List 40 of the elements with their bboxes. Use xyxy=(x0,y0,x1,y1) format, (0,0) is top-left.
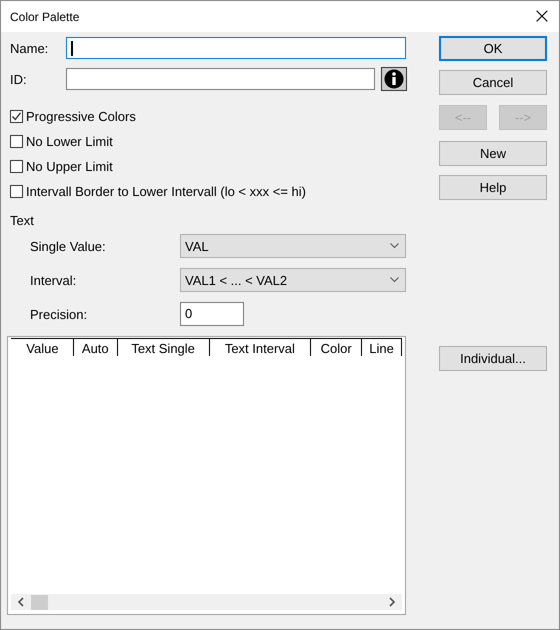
single-value-dropdown[interactable]: VAL xyxy=(180,234,406,258)
checkbox[interactable] xyxy=(10,185,23,198)
chevron-down-icon xyxy=(390,243,399,249)
checkbox[interactable] xyxy=(10,110,23,123)
column-header[interactable]: Text Single xyxy=(118,339,210,356)
column-header[interactable]: Line xyxy=(362,339,402,356)
dialog-button[interactable]: OK xyxy=(439,36,547,61)
scrollbar-thumb[interactable] xyxy=(31,594,48,610)
interval-dropdown[interactable]: VAL1 < ... < VAL2 xyxy=(180,268,406,292)
window-title: Color Palette xyxy=(10,10,80,24)
precision-field[interactable]: 0 xyxy=(180,302,244,326)
column-header[interactable]: Value xyxy=(12,339,74,356)
field-label: Name: xyxy=(10,40,50,56)
input-field[interactable] xyxy=(66,68,376,90)
info-icon xyxy=(384,69,404,89)
checkbox[interactable] xyxy=(10,160,23,173)
chevron-down-icon xyxy=(390,277,399,283)
checkbox-label: No Upper Limit xyxy=(26,159,113,174)
section-title: Text xyxy=(10,213,35,228)
column-header[interactable]: Color xyxy=(311,339,362,356)
input-field[interactable] xyxy=(66,37,406,59)
dialog-button[interactable]: New xyxy=(439,141,547,166)
checkbox-label: No Lower Limit xyxy=(26,134,113,149)
column-header[interactable]: Auto xyxy=(74,339,118,356)
checkbox-label: Progressive Colors xyxy=(26,109,136,124)
checkbox-label: Intervall Border to Lower Intervall (lo < xxx <= hi) xyxy=(26,184,306,199)
field-label: ID: xyxy=(10,72,28,86)
field-label: Interval: xyxy=(30,272,78,288)
individual-button[interactable]: Individual... xyxy=(439,346,547,371)
column-header[interactable]: Text Interval xyxy=(210,339,312,356)
chevron-left-icon[interactable] xyxy=(17,597,25,607)
checkbox[interactable] xyxy=(10,135,23,148)
dialog-button[interactable]: Cancel xyxy=(439,70,547,95)
close-button[interactable]: × xyxy=(525,1,559,32)
horizontal-scrollbar[interactable] xyxy=(11,594,402,610)
field-label: Single Value: xyxy=(30,238,107,254)
chevron-right-icon[interactable] xyxy=(388,597,396,607)
dialog-button[interactable]: Help xyxy=(439,175,547,200)
info-button[interactable] xyxy=(381,67,407,91)
field-label: Precision: xyxy=(30,306,88,322)
